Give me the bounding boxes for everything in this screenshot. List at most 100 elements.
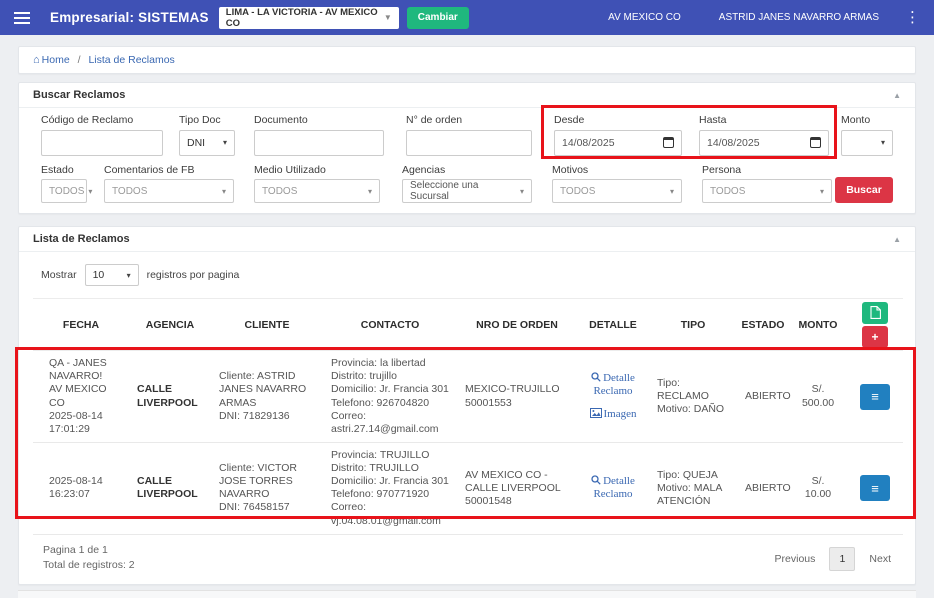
top-navbar: Empresarial: SISTEMAS LIMA - LA VICTORIA… (0, 0, 934, 35)
menu-lines-icon: ≡ (871, 389, 879, 405)
row-actions-button[interactable]: ≡ (860, 475, 890, 502)
codigo-reclamo-input[interactable] (41, 129, 163, 156)
image-icon (589, 407, 602, 418)
detalle-reclamo-link[interactable]: Detalle Reclamo (585, 475, 641, 501)
header-agency-label: AV MEXICO CO (608, 12, 681, 23)
claims-list-panel: Lista de Reclamos ▲ Mostrar 10 ▾ registr… (18, 226, 916, 586)
branch-selector[interactable]: LIMA - LA VICTORIA - AV MEXICO CO ▼ (218, 6, 399, 29)
col-cliente: CLIENTE (211, 298, 323, 352)
cell-detalle: Detalle Reclamo (577, 442, 649, 535)
calendar-icon[interactable] (663, 137, 674, 149)
breadcrumb-home-link[interactable]: ⌂ Home (33, 54, 70, 66)
desde-date-input[interactable]: 14/08/2025 (554, 129, 682, 156)
registros-label: registros por pagina (146, 269, 240, 282)
chevron-down-icon: ▾ (669, 186, 674, 196)
medio-utilizado-select[interactable]: TODOS ▾ (254, 179, 380, 204)
plus-icon: + (871, 329, 879, 344)
page-info: Pagina 1 de 1 (43, 543, 108, 556)
calendar-icon[interactable] (810, 137, 821, 149)
home-icon: ⌂ (33, 54, 40, 66)
monto-label: Monto (841, 114, 871, 126)
previous-page-button[interactable]: Previous (775, 553, 816, 565)
chevron-down-icon: ▾ (880, 138, 885, 148)
cell-cliente: Cliente: ASTRID JANES NAVARRO ARMAS DNI:… (219, 370, 307, 422)
chevron-down-icon: ▼ (383, 13, 392, 22)
kebab-menu-icon[interactable]: ⋮ (905, 10, 920, 25)
row-actions-button[interactable]: ≡ (860, 383, 890, 410)
imagen-link[interactable]: Imagen (589, 407, 636, 421)
monto-select[interactable]: ▾ (841, 129, 893, 156)
chevron-down-icon: ▾ (126, 270, 131, 280)
table-header-row: FECHA AGENCIA CLIENTE CONTACTO NRO DE OR… (33, 298, 903, 352)
search-icon (591, 475, 601, 485)
persona-select[interactable]: TODOS ▾ (702, 179, 832, 204)
motivos-select[interactable]: TODOS ▾ (552, 179, 682, 204)
claims-list-header[interactable]: Lista de Reclamos ▲ (19, 227, 915, 253)
cell-monto: S/. 10.00 (789, 442, 847, 535)
col-nro-orden: NRO DE ORDEN (457, 298, 577, 352)
chevron-down-icon: ▾ (367, 186, 372, 196)
cell-fecha: QA - JANES NAVARRO! AV MEXICO CO 2025-08… (49, 357, 107, 435)
search-panel: Buscar Reclamos ▲ Código de Reclamo Tipo… (18, 82, 916, 215)
agencias-select[interactable]: Seleccione una Sucursal ▾ (402, 179, 532, 204)
cell-detalle: Detalle Reclamo Imagen (577, 351, 649, 443)
cell-agencia: CALLE LIVERPOOL (137, 383, 198, 409)
estado-label: Estado (41, 163, 74, 176)
cell-cliente: Cliente: VICTOR JOSE TORRES NAVARRO DNI:… (211, 442, 323, 535)
cell-tipo: Tipo: RECLAMO Motivo: DAÑO (657, 376, 725, 416)
col-tipo: TIPO (649, 298, 737, 352)
export-excel-button[interactable] (862, 301, 888, 324)
persona-label: Persona (702, 163, 742, 176)
current-page-button[interactable]: 1 (829, 546, 856, 571)
orden-label: N° de orden (406, 114, 463, 126)
documento-label: Documento (254, 114, 308, 126)
estado-select[interactable]: TODOS ▾ (41, 179, 92, 204)
add-claim-button[interactable]: + (862, 325, 888, 348)
collapse-chevron-icon[interactable]: ▲ (893, 91, 901, 100)
detalle-reclamo-link[interactable]: Detalle Reclamo (585, 372, 641, 398)
tipo-doc-label: Tipo Doc (179, 114, 221, 126)
chevron-down-icon: ▾ (819, 186, 824, 196)
cell-estado: ABIERTO (745, 390, 791, 402)
table-row: QA - JANES NAVARRO! AV MEXICO CO 2025-08… (33, 351, 903, 443)
comentarios-fb-select[interactable]: TODOS ▾ (104, 179, 234, 204)
search-panel-title: Buscar Reclamos (33, 89, 126, 101)
hamburger-menu-icon[interactable] (14, 11, 30, 24)
cell-tipo: Tipo: QUEJA Motivo: MALA ATENCIÓN (649, 442, 737, 535)
header-user-name[interactable]: ASTRID JANES NAVARRO ARMAS (719, 12, 879, 23)
excel-file-icon (869, 306, 881, 320)
search-panel-header[interactable]: Buscar Reclamos ▲ (19, 83, 915, 108)
mostrar-label: Mostrar (41, 269, 77, 282)
tipo-doc-select[interactable]: DNI ▾ (179, 129, 235, 156)
col-agencia: AGENCIA (129, 298, 211, 352)
orden-input[interactable] (406, 129, 532, 156)
buscar-button[interactable]: Buscar (835, 177, 893, 204)
hasta-date-input[interactable]: 14/08/2025 (699, 129, 829, 156)
hasta-label: Hasta (699, 114, 727, 126)
motivos-label: Motivos (552, 163, 589, 176)
cell-estado: ABIERTO (737, 442, 791, 535)
cell-nro-orden: MEXICO-TRUJILLO 50001553 (465, 383, 560, 409)
cell-fecha: 2025-08-14 16:23:07 (33, 442, 129, 535)
claims-list-title: Lista de Reclamos (33, 233, 130, 246)
cell-actions: ≡ (847, 351, 903, 443)
menu-lines-icon: ≡ (871, 480, 879, 496)
collapse-chevron-icon[interactable]: ▲ (893, 235, 901, 244)
app-title: Empresarial: SISTEMAS (50, 10, 209, 25)
claims-table-container: FECHA AGENCIA CLIENTE CONTACTO NRO DE OR… (19, 286, 915, 584)
chevron-down-icon: ▾ (88, 186, 93, 196)
cell-contacto: Provincia: TRUJILLO Distrito: TRUJILLO D… (323, 442, 457, 535)
breadcrumb-separator: / (77, 54, 81, 66)
table-row: 2025-08-14 16:23:07 CALLE LIVERPOOL Clie… (33, 442, 903, 535)
col-fecha: FECHA (33, 298, 129, 352)
medio-utilizado-label: Medio Utilizado (254, 163, 326, 176)
next-page-button[interactable]: Next (869, 553, 891, 565)
desde-label: Desde (554, 114, 585, 126)
chevron-down-icon: ▾ (519, 186, 524, 196)
breadcrumb-current-link[interactable]: Lista de Reclamos (88, 54, 174, 66)
breadcrumb: ⌂ Home / Lista de Reclamos (18, 46, 916, 74)
documento-input[interactable] (254, 129, 384, 156)
page-size-select[interactable]: 10 ▾ (84, 264, 139, 287)
total-records: Total de registros: 2 (43, 559, 135, 572)
cambiar-button[interactable]: Cambiar (406, 6, 469, 29)
